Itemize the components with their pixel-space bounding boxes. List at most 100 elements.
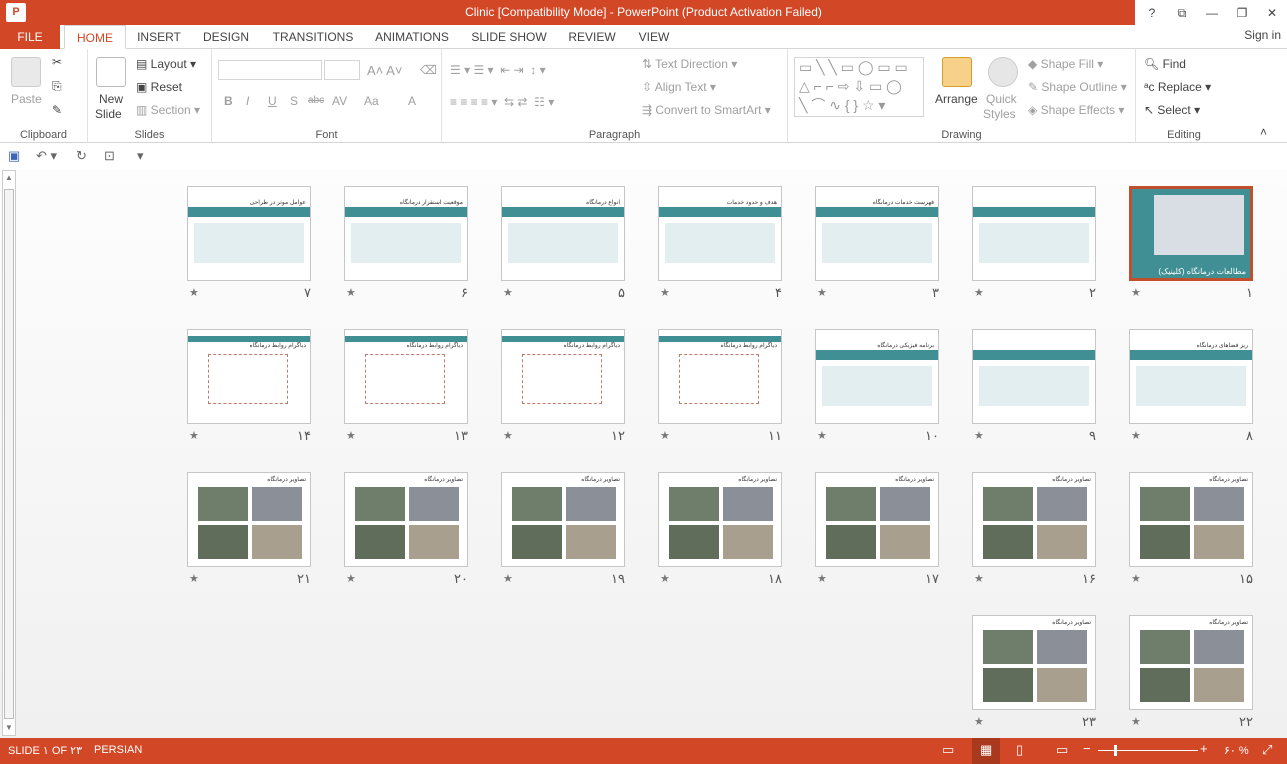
- slide-thumbnail[interactable]: تصاویر درمانگاه: [344, 472, 468, 567]
- transition-star-icon[interactable]: ★: [346, 286, 356, 299]
- ribbon-display-icon[interactable]: ⧉: [1167, 2, 1197, 24]
- transition-star-icon[interactable]: ★: [189, 286, 199, 299]
- transition-star-icon[interactable]: ★: [1131, 286, 1141, 299]
- transition-star-icon[interactable]: ★: [503, 429, 513, 442]
- slide-thumbnail[interactable]: تصاویر درمانگاه: [501, 472, 625, 567]
- transition-star-icon[interactable]: ★: [660, 429, 670, 442]
- new-slide-label-1[interactable]: New: [99, 92, 123, 106]
- vertical-scrollbar[interactable]: ▲ ▼: [2, 170, 16, 736]
- tab-file[interactable]: FILE: [0, 25, 60, 49]
- transition-star-icon[interactable]: ★: [974, 715, 984, 728]
- save-icon[interactable]: ▣: [8, 148, 20, 164]
- slide-thumbnail[interactable]: موقعیت استقرار درمانگاه: [344, 186, 468, 281]
- zoom-out-icon[interactable]: −: [1083, 741, 1091, 756]
- slide-thumbnail[interactable]: تصاویر درمانگاه: [972, 615, 1096, 710]
- slideshow-view-icon[interactable]: ▭: [1056, 742, 1068, 758]
- quick-styles-label-2[interactable]: Styles: [983, 107, 1016, 121]
- slide-thumbnail[interactable]: [972, 186, 1096, 281]
- transition-star-icon[interactable]: ★: [817, 572, 827, 585]
- slide-thumbnail[interactable]: هدف و حدود خدمات: [658, 186, 782, 281]
- layout-button[interactable]: ▤ Layout ▾: [136, 57, 196, 71]
- slide-thumbnail[interactable]: دیاگرام روابط درمانگاه: [501, 329, 625, 424]
- shape-fill-button[interactable]: ◆ Shape Fill ▾: [1028, 57, 1103, 71]
- transition-star-icon[interactable]: ★: [503, 572, 513, 585]
- scroll-down-icon[interactable]: ▼: [3, 721, 15, 735]
- new-slide-label-2[interactable]: Slide: [95, 107, 122, 121]
- bullets-icon[interactable]: ☰ ▾ ☰ ▾ ⇤ ⇥ ↕ ▾: [450, 63, 546, 77]
- tab-transitions[interactable]: TRANSITIONS: [268, 25, 358, 49]
- slide-thumbnail[interactable]: برنامه فیزیکی درمانگاه: [815, 329, 939, 424]
- transition-star-icon[interactable]: ★: [817, 286, 827, 299]
- transition-star-icon[interactable]: ★: [1131, 715, 1141, 728]
- transition-star-icon[interactable]: ★: [346, 572, 356, 585]
- language-indicator[interactable]: PERSIAN: [94, 744, 142, 756]
- slide-thumbnail[interactable]: دیاگرام روابط درمانگاه: [187, 329, 311, 424]
- normal-view-icon[interactable]: ▭: [942, 742, 954, 758]
- slide-thumbnail[interactable]: تصاویر درمانگاه: [187, 472, 311, 567]
- tab-home[interactable]: HOME: [64, 25, 126, 49]
- grow-font-icon[interactable]: A˄ A˅: [367, 63, 402, 78]
- transition-star-icon[interactable]: ★: [974, 572, 984, 585]
- tab-slide-show[interactable]: SLIDE SHOW: [468, 25, 550, 49]
- convert-smartart-button[interactable]: ⇶ Convert to SmartArt ▾: [642, 103, 771, 117]
- undo-icon[interactable]: ↶ ▾: [36, 148, 57, 164]
- text-direction-button[interactable]: ⇅ Text Direction ▾: [642, 57, 737, 71]
- new-slide-icon[interactable]: [96, 57, 126, 87]
- zoom-slider[interactable]: [1098, 750, 1198, 751]
- slide-thumbnail[interactable]: مطالعات درمانگاه (کلینیک): [1129, 186, 1253, 281]
- slide-thumbnail[interactable]: فهرست خدمات درمانگاه: [815, 186, 939, 281]
- transition-star-icon[interactable]: ★: [974, 429, 984, 442]
- restore-icon[interactable]: ❐: [1227, 2, 1257, 24]
- change-case-button[interactable]: Aa: [364, 94, 379, 108]
- transition-star-icon[interactable]: ★: [660, 286, 670, 299]
- bold-button[interactable]: B: [224, 94, 233, 108]
- tab-view[interactable]: VIEW: [632, 25, 676, 49]
- cut-icon[interactable]: ✂: [52, 55, 62, 69]
- shape-outline-button[interactable]: ✎ Shape Outline ▾: [1028, 80, 1127, 94]
- format-painter-icon[interactable]: ✎: [52, 103, 62, 117]
- slide-thumbnail[interactable]: [972, 329, 1096, 424]
- slide-thumbnail[interactable]: تصاویر درمانگاه: [1129, 615, 1253, 710]
- quick-styles-icon[interactable]: [988, 57, 1018, 87]
- select-button[interactable]: ↖ Select ▾: [1144, 103, 1200, 117]
- transition-star-icon[interactable]: ★: [1131, 429, 1141, 442]
- transition-star-icon[interactable]: ★: [503, 286, 513, 299]
- paste-button[interactable]: Paste: [11, 92, 42, 106]
- arrange-icon[interactable]: [942, 57, 972, 87]
- align-icons[interactable]: ≡ ≡ ≡ ≡ ▾ ⇆ ⇄ ☷ ▾: [450, 95, 554, 109]
- scroll-thumb[interactable]: [4, 189, 14, 719]
- underline-button[interactable]: U: [268, 94, 277, 108]
- italic-button[interactable]: I: [246, 94, 249, 108]
- tab-design[interactable]: DESIGN: [197, 25, 255, 49]
- slide-thumbnail[interactable]: عوامل موثر در طراحی: [187, 186, 311, 281]
- paste-icon[interactable]: [11, 57, 41, 87]
- fit-slide-icon[interactable]: ⤢: [1262, 742, 1272, 758]
- slideshow-start-icon[interactable]: ⊡: [104, 148, 115, 164]
- shape-effects-button[interactable]: ◈ Shape Effects ▾: [1028, 103, 1124, 117]
- collapse-ribbon-icon[interactable]: ˄: [1260, 125, 1267, 139]
- scroll-up-icon[interactable]: ▲: [3, 171, 15, 185]
- transition-star-icon[interactable]: ★: [346, 429, 356, 442]
- customize-qat-icon[interactable]: ▾: [137, 148, 144, 164]
- slide-thumbnail[interactable]: ریز فضاهای درمانگاه: [1129, 329, 1253, 424]
- align-text-button[interactable]: ⇳ Align Text ▾: [642, 80, 716, 94]
- strikethrough-button[interactable]: abc: [308, 95, 324, 106]
- sign-in-link[interactable]: Sign in: [1244, 28, 1281, 42]
- slide-thumbnail[interactable]: دیاگرام روابط درمانگاه: [344, 329, 468, 424]
- shapes-gallery[interactable]: ▭ ╲ ╲ ▭ ◯ ▭ ▭ △ ⌐ ⌐ ⇨ ⇩ ▭ ◯ ╲ ⌒ ∿ { } ☆ ▾: [794, 57, 924, 117]
- font-name-input[interactable]: [218, 60, 322, 80]
- transition-star-icon[interactable]: ★: [1131, 572, 1141, 585]
- zoom-in-icon[interactable]: +: [1200, 741, 1208, 756]
- zoom-slider-thumb[interactable]: [1114, 745, 1117, 756]
- tab-animations[interactable]: ANIMATIONS: [368, 25, 456, 49]
- close-icon[interactable]: ✕: [1257, 2, 1287, 24]
- help-icon[interactable]: ?: [1137, 2, 1167, 24]
- slide-thumbnail[interactable]: تصاویر درمانگاه: [658, 472, 782, 567]
- char-spacing-button[interactable]: AV: [332, 94, 347, 108]
- font-size-input[interactable]: [324, 60, 360, 80]
- section-button[interactable]: ▥ Section ▾: [136, 103, 200, 117]
- transition-star-icon[interactable]: ★: [817, 429, 827, 442]
- shadow-button[interactable]: S: [290, 94, 298, 108]
- transition-star-icon[interactable]: ★: [974, 286, 984, 299]
- transition-star-icon[interactable]: ★: [189, 429, 199, 442]
